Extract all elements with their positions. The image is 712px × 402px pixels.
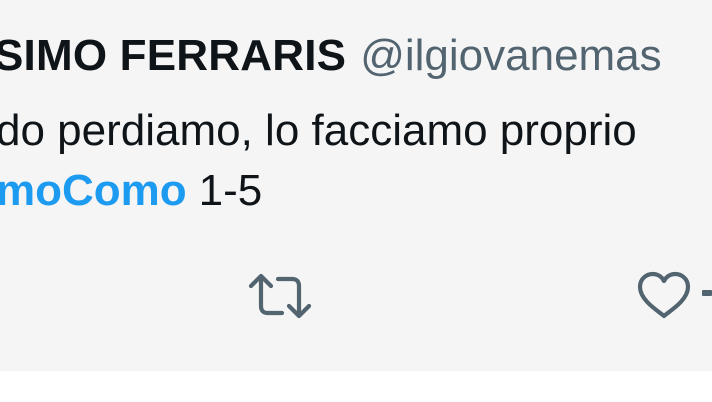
tweet-header: SIMO FERRARIS @ilgiovanemas <box>0 28 662 84</box>
heart-icon[interactable] <box>636 271 692 321</box>
score-text: 1-5 <box>198 166 263 215</box>
author-name[interactable]: SIMO FERRARIS <box>0 31 346 80</box>
like-count-fragment <box>702 290 712 296</box>
tweet-card[interactable]: SIMO FERRARIS @ilgiovanemas do perdiamo, … <box>0 0 712 371</box>
hashtag-link[interactable]: moComo <box>0 166 187 215</box>
tweet-text-line: moComo 1-5 <box>0 163 262 219</box>
author-handle[interactable]: @ilgiovanemas <box>360 31 661 80</box>
retweet-icon[interactable] <box>248 270 312 322</box>
tweet-text-line: do perdiamo, lo facciamo proprio <box>0 106 637 155</box>
